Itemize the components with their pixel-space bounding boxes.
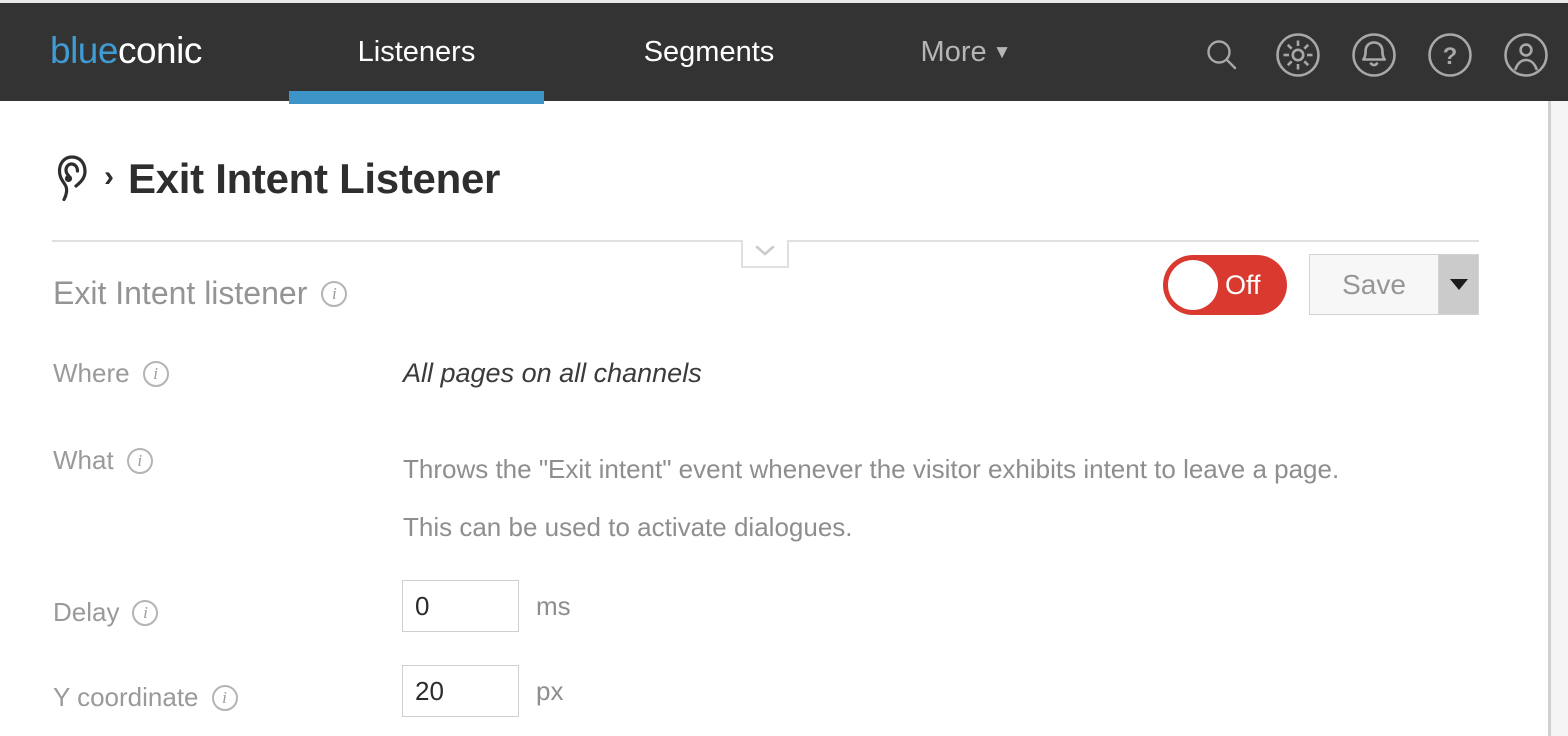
row-value-what-line-1: Throws the "Exit intent" event whenever … [403, 454, 1340, 484]
page-title: Exit Intent Listener [128, 155, 501, 202]
y-coordinate-field-group: px [402, 665, 563, 717]
row-label-y-coordinate-text: Y coordinate [53, 682, 199, 712]
settings-row-delay: Delay i ms [0, 580, 1548, 640]
delay-unit-label: ms [536, 590, 571, 621]
info-icon[interactable]: i [142, 360, 169, 387]
nav-tab-more-label: More [920, 36, 987, 68]
logo-text-blue: blue [50, 30, 118, 71]
settings-row-y-coordinate: Y coordinate i px [0, 665, 1548, 725]
delay-input[interactable] [402, 580, 519, 632]
section-title: Exit Intent listener i [53, 275, 348, 312]
top-navigation-bar: blueconic Listeners Segments More ▼ ? [0, 3, 1568, 104]
listener-settings-panel: Exit Intent listener i Where i All pages… [0, 240, 1548, 736]
blueconic-logo[interactable]: blueconic [50, 30, 202, 72]
y-coordinate-unit-label: px [536, 675, 564, 706]
delay-field-group: ms [402, 580, 571, 632]
row-value-where: All pages on all channels [403, 358, 702, 388]
row-value-what-line-2: This can be used to activate dialogues. [403, 512, 853, 542]
logo-text-conic: conic [117, 30, 202, 71]
nav-tab-segments[interactable]: Segments [579, 3, 839, 101]
search-icon[interactable] [1198, 31, 1246, 79]
help-question-icon[interactable]: ? [1426, 31, 1474, 79]
row-label-delay-text: Delay [53, 597, 120, 627]
row-label-where-text: Where [53, 358, 130, 388]
row-label-what-text: What [53, 445, 114, 475]
row-label-what: What i [53, 445, 153, 476]
notifications-bell-icon[interactable] [1350, 31, 1398, 79]
blueconic-app-window: blueconic Listeners Segments More ▼ ? › … [0, 0, 1568, 736]
y-coordinate-input[interactable] [402, 665, 519, 717]
info-icon[interactable]: i [211, 684, 238, 711]
settings-row-where: Where i All pages on all channels [0, 358, 1548, 398]
nav-icon-group: ? [1198, 31, 1550, 79]
settings-row-what: What i Throws the "Exit intent" event wh… [0, 445, 1548, 555]
section-title-label: Exit Intent listener [53, 275, 308, 311]
row-label-y-coordinate: Y coordinate i [53, 682, 238, 713]
breadcrumb-separator: › [104, 160, 114, 193]
breadcrumb: › Exit Intent Listener [52, 151, 500, 207]
user-account-icon[interactable] [1502, 31, 1550, 79]
vertical-scrollbar[interactable] [1548, 101, 1568, 736]
info-icon[interactable]: i [321, 280, 348, 307]
info-icon[interactable]: i [132, 599, 159, 626]
row-label-delay: Delay i [53, 597, 159, 628]
nav-tab-more[interactable]: More ▼ [871, 3, 1061, 101]
info-icon[interactable]: i [126, 447, 153, 474]
ear-listener-icon[interactable] [52, 151, 98, 207]
settings-gear-icon[interactable] [1274, 31, 1322, 79]
row-label-where: Where i [53, 358, 169, 389]
nav-tab-listeners[interactable]: Listeners [289, 3, 544, 101]
page-header: › Exit Intent Listener Off Save [0, 101, 1548, 315]
chevron-down-icon: ▼ [992, 42, 1012, 63]
svg-text:?: ? [1443, 43, 1458, 70]
